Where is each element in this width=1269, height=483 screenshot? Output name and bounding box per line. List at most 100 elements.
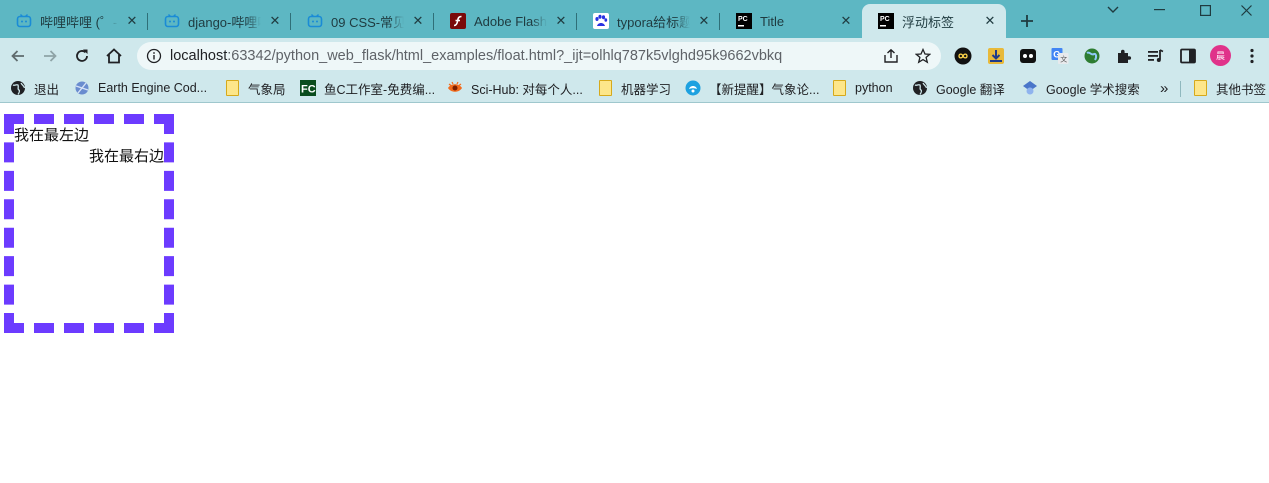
tab-adobe-flash[interactable]: Adobe Flash ✕: [434, 4, 577, 38]
media-queue-icon[interactable]: [1147, 47, 1165, 65]
svg-text:文: 文: [1060, 55, 1067, 64]
arrow-right-icon: [44, 50, 57, 62]
bilibili-icon: [307, 13, 323, 29]
bookmark-label: 其他书签: [1216, 82, 1267, 97]
tab-title: Title: [760, 13, 785, 29]
svg-text:PC: PC: [880, 16, 890, 23]
bookmark-label: 【新提醒】气象论...: [709, 82, 820, 97]
close-icon[interactable]: ✕: [267, 13, 283, 29]
share-icon[interactable]: [883, 48, 899, 64]
bilibili-icon: [164, 13, 180, 29]
back-button[interactable]: [4, 42, 32, 70]
bookmark-logout[interactable]: 退出: [10, 79, 59, 97]
tab-title: Adobe Flash: [474, 13, 547, 29]
page-content: 我在最左边 我在最右边: [0, 103, 1269, 483]
earth-extension-icon[interactable]: [1083, 47, 1101, 65]
folder-icon: [597, 80, 613, 96]
bookmarks-bar: 退出 Earth Engine Cod... 气象局 FC 鱼C工作室-免费编.…: [0, 74, 1269, 103]
download-extension-icon[interactable]: [987, 47, 1005, 65]
maximize-button[interactable]: [1182, 0, 1228, 20]
home-button[interactable]: [100, 42, 128, 70]
chevron-double-right-icon: »: [1160, 79, 1169, 97]
side-panel-icon[interactable]: [1179, 47, 1197, 65]
bookmark-folder-ml[interactable]: 机器学习: [597, 79, 671, 97]
float-right-text: 我在最右边: [88, 148, 164, 165]
tab-search-button[interactable]: [1090, 0, 1136, 20]
bookmark-label: 退出: [34, 82, 60, 97]
fishc-icon: FC: [300, 80, 316, 96]
browser-toolbar: localhost:63342/python_web_flask/html_ex…: [0, 38, 1269, 74]
address-bar[interactable]: localhost:63342/python_web_flask/html_ex…: [137, 42, 941, 70]
bilibili-icon: [16, 13, 32, 29]
float-left-text: 我在最左边: [14, 127, 90, 144]
tab-bilibili-home[interactable]: 哔哩哔哩 (゜- ✕: [0, 4, 148, 38]
pycharm-icon: PC: [878, 13, 894, 29]
close-icon[interactable]: ✕: [838, 13, 854, 29]
close-window-button[interactable]: [1223, 0, 1269, 20]
reload-button[interactable]: [68, 42, 96, 70]
pycharm-icon: PC: [736, 13, 752, 29]
bookmark-label: 鱼C工作室-免费编...: [324, 82, 436, 97]
kebab-menu-icon[interactable]: [1243, 47, 1261, 65]
bookmark-fishc[interactable]: FC 鱼C工作室-免费编...: [300, 79, 435, 97]
bookmarks-overflow-button[interactable]: »: [1160, 79, 1168, 97]
bookmark-label: Google 翻译: [936, 82, 1005, 97]
avatar[interactable]: 晨: [1210, 45, 1231, 66]
reload-icon: [76, 49, 88, 62]
bookmark-label: 气象局: [248, 82, 286, 97]
minimize-button[interactable]: [1136, 0, 1182, 20]
tab-title: 09 CSS-常见标: [331, 14, 404, 30]
translate-extension-icon[interactable]: G文: [1051, 47, 1069, 65]
close-icon[interactable]: ✕: [553, 13, 569, 29]
folder-icon: [224, 80, 240, 96]
profile-initial: 晨: [1215, 52, 1225, 62]
flash-icon: [450, 13, 466, 29]
forward-button[interactable]: [36, 42, 64, 70]
svg-text:FC: FC: [301, 84, 316, 96]
url-path: :63342/python_web_flask/html_examples/fl…: [227, 48, 783, 64]
info-icon[interactable]: [146, 48, 162, 64]
bookmark-folder-weather[interactable]: 气象局: [224, 79, 286, 97]
svg-text:PC: PC: [738, 16, 748, 23]
scihub-eye-icon: [447, 80, 463, 96]
bookmark-label: Sci-Hub: 对每个人...: [471, 82, 583, 97]
cat-extension-icon[interactable]: [1019, 47, 1037, 65]
home-icon: [106, 48, 122, 64]
tab-float-active[interactable]: PC 浮动标签 ✕: [862, 4, 1006, 38]
tab-title-page[interactable]: PC Title ✕: [720, 4, 862, 38]
tab-typora[interactable]: typora给标题 ✕: [577, 4, 720, 38]
scholar-icon: [1022, 80, 1038, 96]
folder-icon: [831, 80, 847, 96]
extensions-puzzle-icon[interactable]: [1115, 47, 1133, 65]
bookmark-folder-python[interactable]: python: [831, 79, 893, 97]
close-icon[interactable]: ✕: [410, 13, 426, 29]
bookmark-scihub[interactable]: Sci-Hub: 对每个人...: [447, 79, 583, 97]
bookmark-weather-forum[interactable]: 【新提醒】气象论...: [685, 79, 819, 97]
url-text[interactable]: localhost:63342/python_web_flask/html_ex…: [170, 48, 782, 64]
other-bookmarks-folder[interactable]: 其他书签: [1192, 79, 1266, 97]
bookmark-label: Google 学术搜索: [1046, 82, 1140, 97]
tab-title: django-哔哩哔: [188, 14, 261, 30]
tab-css[interactable]: 09 CSS-常见标 ✕: [291, 4, 434, 38]
close-icon[interactable]: ✕: [982, 13, 998, 29]
tab-django[interactable]: django-哔哩哔 ✕: [148, 4, 291, 38]
bookmark-google-translate[interactable]: Google 翻译: [912, 79, 1005, 97]
url-host: localhost: [170, 48, 228, 64]
star-bookmark-icon[interactable]: [914, 47, 932, 64]
bookmark-google-scholar[interactable]: Google 学术搜索: [1022, 79, 1140, 97]
tab-title: typora给标题: [617, 14, 690, 30]
bookmark-label: python: [855, 81, 893, 95]
close-icon[interactable]: ✕: [696, 13, 712, 29]
bookmarks-divider: [1180, 81, 1181, 97]
forum-icon: [685, 80, 701, 96]
infinity-extension-icon[interactable]: [954, 47, 972, 65]
new-tab-button[interactable]: [1014, 8, 1040, 34]
float-container: 我在最左边 我在最右边: [4, 114, 174, 333]
globe-icon: [912, 80, 928, 96]
tab-strip: 哔哩哔哩 (゜- ✕ django-哔哩哔 ✕ 09 CSS-常见标 ✕ Ado…: [0, 0, 1269, 38]
baidu-paw-icon: [593, 13, 609, 29]
bookmark-label: Earth Engine Cod...: [98, 81, 208, 95]
close-icon[interactable]: ✕: [124, 13, 140, 29]
bookmark-earth-engine[interactable]: Earth Engine Cod...: [74, 79, 207, 97]
folder-icon: [1192, 80, 1208, 96]
